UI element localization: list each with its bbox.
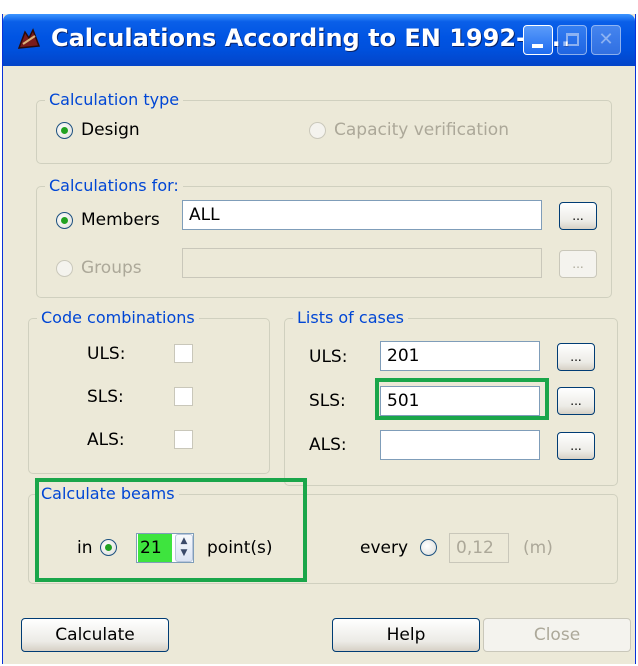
sls-highlight-box	[375, 378, 549, 420]
calculation-type-legend: Calculation type	[45, 90, 184, 110]
every-value-input[interactable]: 0,12	[449, 533, 509, 563]
members-input[interactable]: ALL	[182, 200, 542, 230]
cases-als-input[interactable]	[380, 430, 540, 460]
design-label: Design	[81, 120, 140, 140]
calculations-for-group: Calculations for: Members ALL ... Groups…	[36, 176, 612, 298]
ccomb-sls-checkbox[interactable]	[174, 387, 193, 406]
cases-sls-label: SLS:	[309, 391, 346, 411]
groups-browse-button[interactable]: ...	[559, 250, 597, 278]
groups-radio[interactable]	[56, 260, 73, 277]
cases-als-browse-button[interactable]: ...	[557, 432, 595, 460]
groups-input[interactable]	[182, 248, 542, 278]
calculate-button[interactable]: Calculate	[21, 618, 169, 652]
close-icon: ✕	[598, 29, 614, 50]
ccomb-uls-checkbox[interactable]	[174, 344, 193, 363]
cases-sls-browse-button[interactable]: ...	[557, 387, 595, 415]
calculation-type-group: Calculation type Design Capacity verific…	[36, 90, 612, 164]
members-radio[interactable]	[56, 212, 73, 229]
maximize-icon	[566, 33, 579, 46]
cases-als-label: ALS:	[309, 435, 347, 455]
design-radio[interactable]	[56, 122, 73, 139]
minimize-icon	[532, 44, 543, 48]
calculate-beams-highlight-box	[35, 478, 307, 582]
close-window-button[interactable]: ✕	[591, 25, 621, 55]
beams-every-label: every	[360, 538, 409, 558]
close-button[interactable]: Close	[483, 618, 631, 652]
maximize-button[interactable]	[557, 25, 587, 55]
calculations-for-legend: Calculations for:	[45, 176, 183, 196]
groups-label: Groups	[81, 258, 142, 278]
ccomb-als-checkbox[interactable]	[174, 430, 193, 449]
window-title: Calculations According to EN 1992-1...	[51, 24, 571, 52]
cases-uls-browse-button[interactable]: ...	[557, 343, 595, 371]
members-browse-button[interactable]: ...	[559, 202, 597, 230]
beams-every-radio[interactable]	[420, 539, 437, 556]
dialog-window: Calculations According to EN 1992-1... ✕…	[2, 14, 636, 664]
every-unit-label: (m)	[523, 538, 553, 558]
help-button[interactable]: Help	[332, 618, 480, 652]
cases-uls-label: ULS:	[309, 347, 348, 367]
app-icon	[17, 28, 41, 49]
members-label: Members	[81, 210, 160, 230]
cases-uls-input[interactable]: 201	[380, 341, 540, 371]
capacity-verification-radio[interactable]	[309, 122, 326, 139]
ccomb-uls-label: ULS:	[87, 344, 126, 364]
code-combinations-group: Code combinations ULS: SLS: ALS:	[28, 308, 270, 474]
code-combinations-legend: Code combinations	[37, 308, 199, 328]
title-bar[interactable]: Calculations According to EN 1992-1... ✕	[3, 14, 635, 66]
minimize-button[interactable]	[523, 25, 553, 55]
ccomb-sls-label: SLS:	[87, 387, 124, 407]
capacity-verification-label: Capacity verification	[334, 120, 509, 140]
ccomb-als-label: ALS:	[87, 430, 125, 450]
lists-of-cases-legend: Lists of cases	[293, 308, 409, 328]
